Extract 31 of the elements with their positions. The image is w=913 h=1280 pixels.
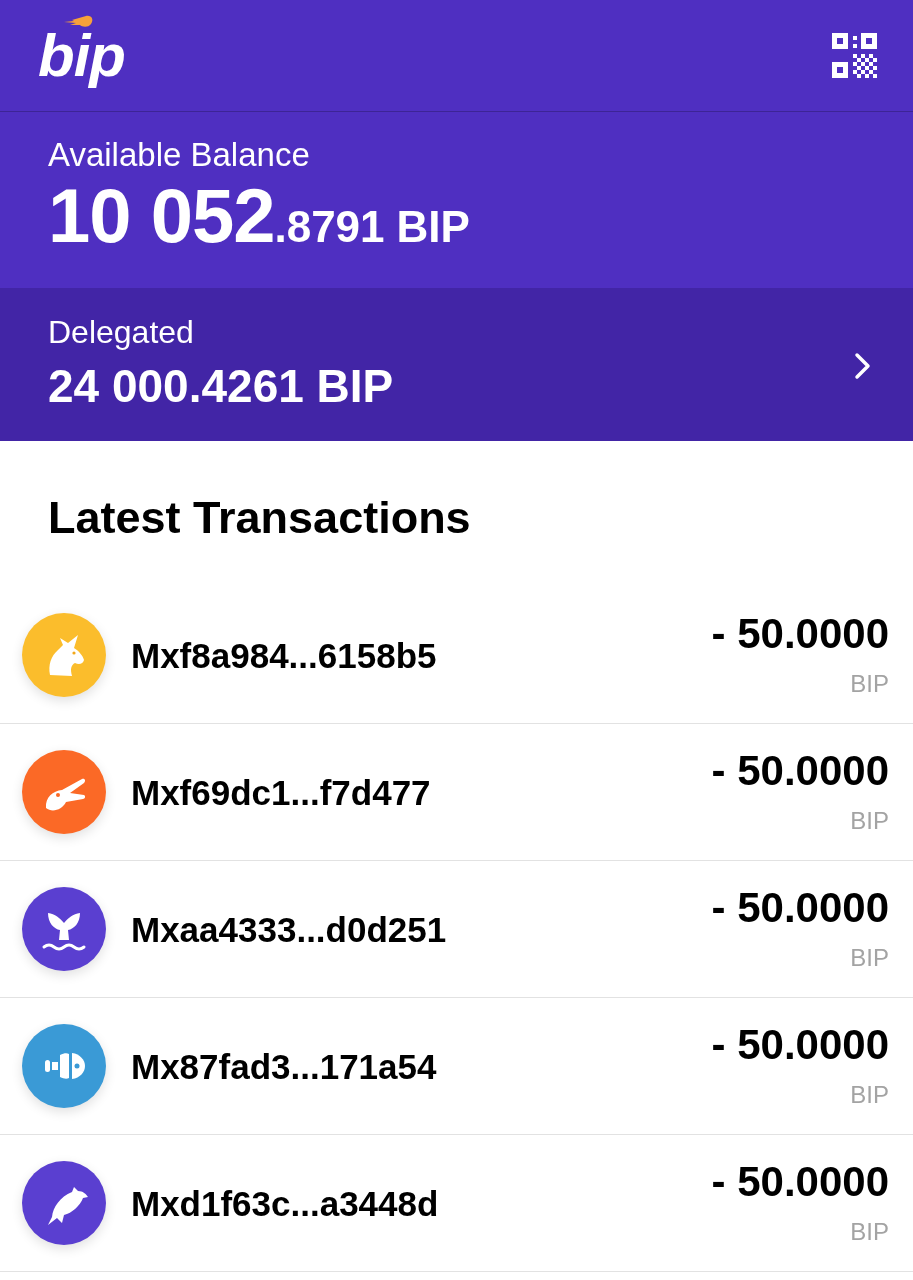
chevron-right-icon	[853, 352, 873, 380]
transaction-amount: - 50.0000	[711, 748, 889, 795]
delegated-amount: 24 000.4261 BIP	[48, 361, 394, 412]
delegated-card[interactable]: Delegated 24 000.4261 BIP	[0, 288, 913, 441]
transaction-amount: - 50.0000	[711, 1022, 889, 1069]
wallet-address: Mx87fad3...171a54	[131, 1046, 437, 1088]
currency-label: BIP	[396, 205, 470, 249]
transaction-row[interactable]: Mx87fad3...171a54 - 50.0000 BIP	[0, 998, 913, 1135]
wallet-address: Mxf8a984...6158b5	[131, 635, 437, 677]
currency-label: BIP	[850, 1081, 889, 1110]
currency-label: BIP	[850, 670, 889, 699]
transaction-row[interactable]: Mxf8a984...6158b5 - 50.0000 BIP	[0, 587, 913, 724]
balance-decimals: .8791	[274, 205, 385, 249]
wallet-address: Mxf69dc1...f7d477	[131, 772, 431, 814]
section-title: Latest Transactions	[48, 491, 472, 545]
balance-label: Available Balance	[48, 136, 311, 174]
transaction-amount: - 50.0000	[711, 1159, 889, 1206]
transaction-row[interactable]: Mxaa4333...d0d251 - 50.0000 BIP	[0, 861, 913, 998]
balance-amount: 10 052	[48, 178, 275, 254]
delegated-label: Delegated	[48, 313, 195, 351]
transaction-amount: - 50.0000	[711, 611, 889, 658]
qr-code-icon[interactable]	[832, 33, 877, 78]
logo-text: bip	[38, 25, 125, 86]
transaction-row[interactable]: Mxd1f63c...a3448d - 50.0000 BIP	[0, 1135, 913, 1272]
transaction-amount: - 50.0000	[711, 885, 889, 932]
currency-label: BIP	[850, 944, 889, 973]
currency-label: BIP	[850, 807, 889, 836]
currency-label: BIP	[850, 1218, 889, 1247]
transaction-row[interactable]: Mxf69dc1...f7d477 - 50.0000 BIP	[0, 724, 913, 861]
wallet-address: Mxd1f63c...a3448d	[131, 1183, 439, 1225]
wallet-address: Mxaa4333...d0d251	[131, 909, 447, 951]
